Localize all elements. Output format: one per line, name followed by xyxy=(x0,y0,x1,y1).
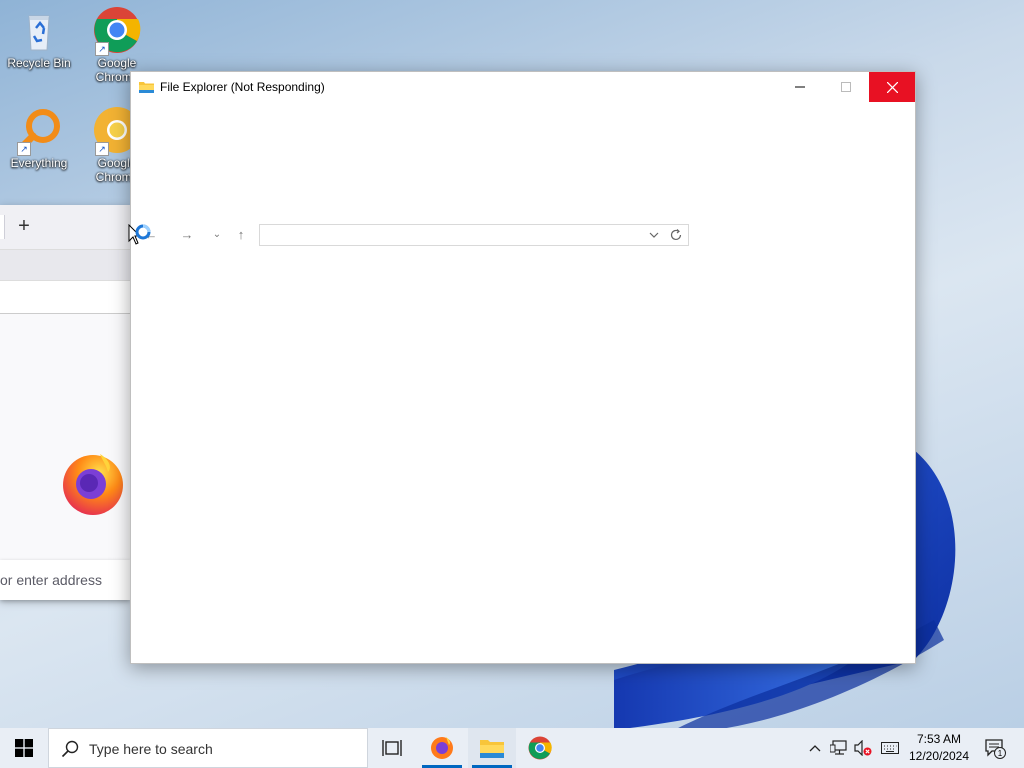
firefox-tab[interactable] xyxy=(0,215,5,239)
address-bar[interactable] xyxy=(259,224,689,246)
refresh-icon[interactable] xyxy=(668,227,684,243)
firefox-search-placeholder: or enter address xyxy=(0,572,102,588)
minimize-button[interactable] xyxy=(777,72,823,102)
recent-locations-button[interactable]: ⌄ xyxy=(207,226,227,244)
notification-count: 1 xyxy=(998,749,1003,758)
desktop-icon-label: Everything xyxy=(10,156,68,170)
minimize-icon xyxy=(795,86,805,88)
window-title: File Explorer (Not Responding) xyxy=(160,80,325,94)
shortcut-arrow-icon: ↗ xyxy=(95,142,109,156)
folder-icon xyxy=(480,740,504,758)
clock-time: 7:53 AM xyxy=(916,732,962,746)
notification-center-button[interactable]: 1 xyxy=(980,728,1010,768)
start-button[interactable] xyxy=(0,728,48,768)
maximize-button[interactable] xyxy=(823,72,869,102)
desktop-icon-recycle-bin[interactable]: Recycle Bin xyxy=(4,6,74,70)
windows-logo-icon xyxy=(15,739,33,757)
maximize-icon xyxy=(841,82,851,92)
busy-cursor-icon xyxy=(128,223,158,252)
shortcut-arrow-icon: ↗ xyxy=(17,142,31,156)
firefox-logo-icon xyxy=(60,450,126,516)
new-tab-button[interactable]: + xyxy=(14,215,34,237)
keyboard-icon xyxy=(881,742,899,754)
folder-icon xyxy=(139,80,154,93)
task-view-icon xyxy=(382,740,402,756)
everything-search-icon: ↗ xyxy=(15,106,63,156)
chrome-icon xyxy=(528,736,552,760)
firefox-bookmarks-bar xyxy=(0,281,130,314)
close-button[interactable] xyxy=(869,72,915,102)
forward-button[interactable]: → xyxy=(177,226,197,244)
volume-muted-icon xyxy=(854,740,872,756)
chevron-up-icon xyxy=(809,745,821,752)
search-placeholder: Type here to search xyxy=(89,741,213,757)
system-clock[interactable]: 7:53 AM 12/20/2024 xyxy=(905,731,973,765)
firefox-search-box[interactable]: or enter address xyxy=(0,560,130,600)
search-icon xyxy=(61,740,79,758)
file-explorer-window[interactable]: File Explorer (Not Responding) ← → ⌄ ↑ xyxy=(130,71,916,664)
clock-date: 12/20/2024 xyxy=(908,749,970,763)
chrome-icon: ↗ xyxy=(93,6,141,56)
volume-button[interactable] xyxy=(852,728,874,768)
close-icon xyxy=(886,81,898,93)
title-bar[interactable]: File Explorer (Not Responding) xyxy=(131,72,915,102)
firefox-tab-bar: + xyxy=(0,205,130,250)
taskbar: Type here to search 7:53 AM 12/20/2024 1 xyxy=(0,728,1024,768)
navigation-bar: ← → ⌄ ↑ xyxy=(131,222,915,248)
network-button[interactable] xyxy=(828,728,850,768)
taskbar-firefox[interactable] xyxy=(418,728,466,768)
firefox-window[interactable]: + or enter address xyxy=(0,205,130,600)
address-dropdown-chevron-icon[interactable] xyxy=(646,227,662,243)
up-button[interactable]: ↑ xyxy=(231,226,251,244)
network-icon xyxy=(830,740,847,755)
touch-keyboard-button[interactable] xyxy=(878,728,902,768)
firefox-icon xyxy=(431,737,453,759)
firefox-nav-bar xyxy=(0,250,130,281)
shortcut-arrow-icon: ↗ xyxy=(95,42,109,56)
notification-icon: 1 xyxy=(985,739,1006,759)
desktop-icon-everything[interactable]: ↗ Everything xyxy=(4,106,74,170)
recycle-bin-icon xyxy=(15,6,63,54)
show-hidden-icons-button[interactable] xyxy=(805,728,825,768)
desktop-icon-label: Recycle Bin xyxy=(7,56,71,70)
taskbar-chrome[interactable] xyxy=(516,728,564,768)
taskbar-search-box[interactable]: Type here to search xyxy=(48,728,368,768)
taskbar-file-explorer[interactable] xyxy=(468,728,516,768)
task-view-button[interactable] xyxy=(368,728,416,768)
